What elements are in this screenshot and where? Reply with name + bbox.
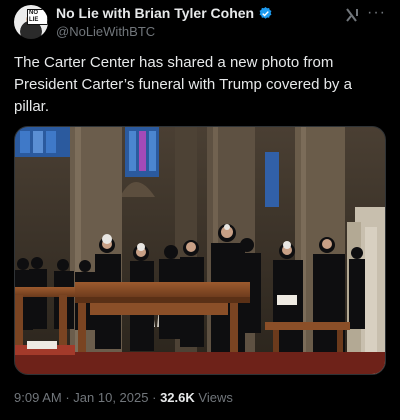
author-handle[interactable]: @NoLieWithBTC	[56, 24, 155, 39]
views-label: Views	[198, 390, 233, 405]
verified-badge-icon	[259, 6, 272, 19]
funeral-photo-illustration	[15, 127, 385, 374]
grok-icon[interactable]	[344, 7, 360, 23]
avatar-logo: NO LIE	[27, 9, 48, 25]
more-options-icon[interactable]: ···	[367, 4, 386, 22]
avatar[interactable]: NO LIE	[14, 5, 48, 39]
author-name[interactable]: No Lie with Brian Tyler Cohen	[56, 5, 254, 21]
tweet-text: The Carter Center has shared a new photo…	[14, 54, 352, 115]
views-count[interactable]: 32.6K	[160, 390, 195, 405]
tweet-time[interactable]: 9:09 AM	[14, 390, 62, 405]
tweet-date[interactable]: Jan 10, 2025	[73, 390, 148, 405]
meta-separator-2: ·	[152, 390, 157, 405]
meta-separator: ·	[65, 390, 70, 405]
author-name-row[interactable]: No Lie with Brian Tyler Cohen	[56, 5, 273, 21]
tweet-meta: 9:09 AM · Jan 10, 2025 · 32.6K Views	[14, 390, 233, 405]
tweet-photo[interactable]	[14, 126, 386, 375]
